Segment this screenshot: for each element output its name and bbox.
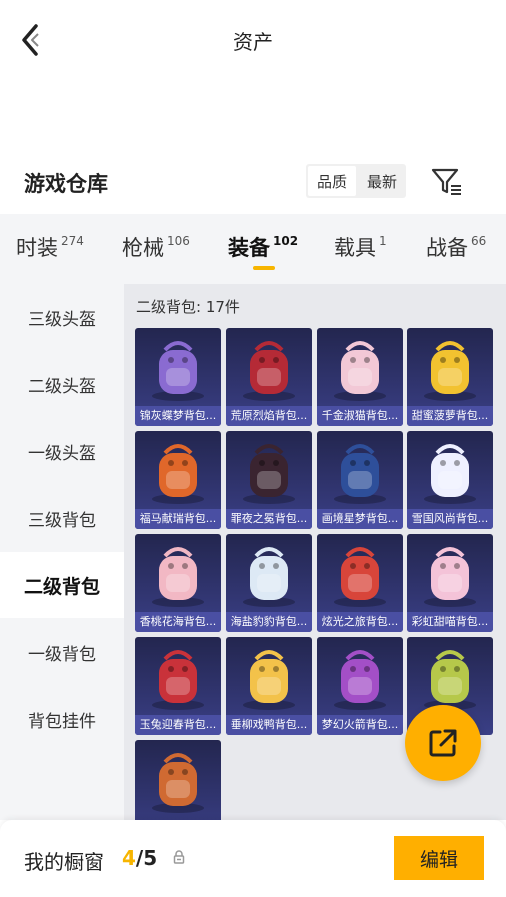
tab-count: 274	[61, 234, 84, 248]
backpack-image	[152, 753, 204, 813]
backpack-image	[152, 547, 204, 607]
lock-icon	[173, 850, 185, 864]
item-name: 垂柳戏鸭背包...	[226, 715, 312, 735]
tab-label: 装备	[228, 236, 270, 260]
tab-guns[interactable]: 枪械 106	[122, 232, 190, 262]
backpack-image	[334, 650, 386, 710]
item-name: 福马献瑞背包...	[135, 509, 221, 529]
item-name: 香桃花海背包...	[135, 612, 221, 632]
backpack-image	[152, 444, 204, 504]
page-title: 资产	[233, 30, 273, 54]
item-name: 炫光之旅背包...	[317, 612, 403, 632]
backpack-image	[243, 444, 295, 504]
item-name: 彩虹甜喵背包...	[407, 612, 493, 632]
tab-battle-prep[interactable]: 战备 66	[426, 232, 486, 262]
item-name: 荒原烈焰背包...	[226, 406, 312, 426]
sidebar-item-level2-backpack[interactable]: 二级背包	[0, 552, 124, 618]
edit-button[interactable]: 编辑	[394, 836, 484, 880]
showcase-count-total: /5	[135, 846, 158, 870]
item-card[interactable]	[135, 740, 221, 820]
sidebar-item-level3-helmet[interactable]: 三级头盔	[0, 284, 124, 350]
tab-label: 战备	[426, 236, 468, 260]
item-name: 千金淑猫背包...	[317, 406, 403, 426]
share-button[interactable]	[405, 705, 481, 781]
active-tab-indicator	[253, 266, 275, 270]
subcategory-sidebar: 三级头盔 二级头盔 一级头盔 三级背包 二级背包 一级背包 背包挂件	[0, 284, 124, 820]
group-label: 二级背包: 17件	[136, 298, 240, 316]
tab-vehicles[interactable]: 载具 1	[334, 232, 387, 262]
showcase-label: 我的橱窗	[24, 850, 104, 874]
tab-label: 枪械	[122, 236, 164, 260]
tab-count: 66	[471, 234, 487, 248]
backpack-image	[424, 341, 476, 401]
backpack-image	[424, 444, 476, 504]
item-name: 雪国风尚背包...	[407, 509, 493, 529]
top-bar: 资产	[0, 0, 506, 80]
backpack-image	[152, 650, 204, 710]
section-title: 游戏仓库	[24, 172, 108, 196]
backpack-image	[424, 650, 476, 710]
item-card[interactable]: 海盐豹豹背包...	[226, 534, 312, 632]
sort-newest-option[interactable]: 最新	[358, 164, 406, 198]
tab-count: 106	[167, 234, 190, 248]
backpack-image	[243, 650, 295, 710]
tab-label: 载具	[334, 236, 376, 260]
backpack-image	[424, 547, 476, 607]
item-name: 罪夜之冕背包...	[226, 509, 312, 529]
section-header: 游戏仓库 品质 最新	[0, 160, 506, 210]
item-card[interactable]: 雪国风尚背包...	[407, 431, 493, 529]
item-card[interactable]: 彩虹甜喵背包...	[407, 534, 493, 632]
sort-quality-option[interactable]: 品质	[308, 166, 356, 196]
item-card[interactable]: 荒原烈焰背包...	[226, 328, 312, 426]
showcase-count: 4/5	[122, 846, 157, 870]
item-card[interactable]: 垂柳戏鸭背包...	[226, 637, 312, 735]
backpack-image	[334, 444, 386, 504]
item-name: 甜蜜菠萝背包...	[407, 406, 493, 426]
sidebar-item-level1-helmet[interactable]: 一级头盔	[0, 418, 124, 484]
item-card[interactable]: 锦灰蝶梦背包...	[135, 328, 221, 426]
backpack-image	[243, 341, 295, 401]
item-card[interactable]: 甜蜜菠萝背包...	[407, 328, 493, 426]
category-tabs: 时装 274 枪械 106 装备 102 载具 1 战备 66	[0, 214, 506, 284]
backpack-image	[334, 547, 386, 607]
filter-button[interactable]	[430, 164, 464, 198]
backpack-image	[334, 341, 386, 401]
tab-count: 102	[273, 234, 299, 248]
item-card[interactable]: 罪夜之冕背包...	[226, 431, 312, 529]
backpack-image	[243, 547, 295, 607]
tab-fashion[interactable]: 时装 274	[16, 232, 84, 262]
sidebar-item-level2-helmet[interactable]: 二级头盔	[0, 351, 124, 417]
filter-icon	[431, 168, 461, 195]
item-card[interactable]: 画境星梦背包...	[317, 431, 403, 529]
sort-toggle: 品质 最新	[306, 164, 406, 198]
item-card[interactable]: 千金淑猫背包...	[317, 328, 403, 426]
tab-label: 时装	[16, 236, 58, 260]
item-card[interactable]: 福马献瑞背包...	[135, 431, 221, 529]
item-card[interactable]: 炫光之旅背包...	[317, 534, 403, 632]
sidebar-item-level3-backpack[interactable]: 三级背包	[0, 485, 124, 551]
sidebar-item-backpack-charm[interactable]: 背包挂件	[0, 686, 124, 752]
item-name: 海盐豹豹背包...	[226, 612, 312, 632]
item-card[interactable]: 梦幻火箭背包...	[317, 637, 403, 735]
showcase-footer: 我的橱窗 4/5 编辑	[0, 820, 506, 897]
share-external-icon	[429, 729, 457, 757]
item-card[interactable]: 玉兔迎春背包...	[135, 637, 221, 735]
item-name: 锦灰蝶梦背包...	[135, 406, 221, 426]
item-card[interactable]: 香桃花海背包...	[135, 534, 221, 632]
tab-count: 1	[379, 234, 387, 248]
tab-equipment[interactable]: 装备 102	[228, 232, 298, 262]
item-name: 玉兔迎春背包...	[135, 715, 221, 735]
showcase-count-current: 4	[122, 846, 136, 870]
item-name: 梦幻火箭背包...	[317, 715, 403, 735]
item-name: 画境星梦背包...	[317, 509, 403, 529]
backpack-image	[152, 341, 204, 401]
sidebar-item-level1-backpack[interactable]: 一级背包	[0, 619, 124, 685]
